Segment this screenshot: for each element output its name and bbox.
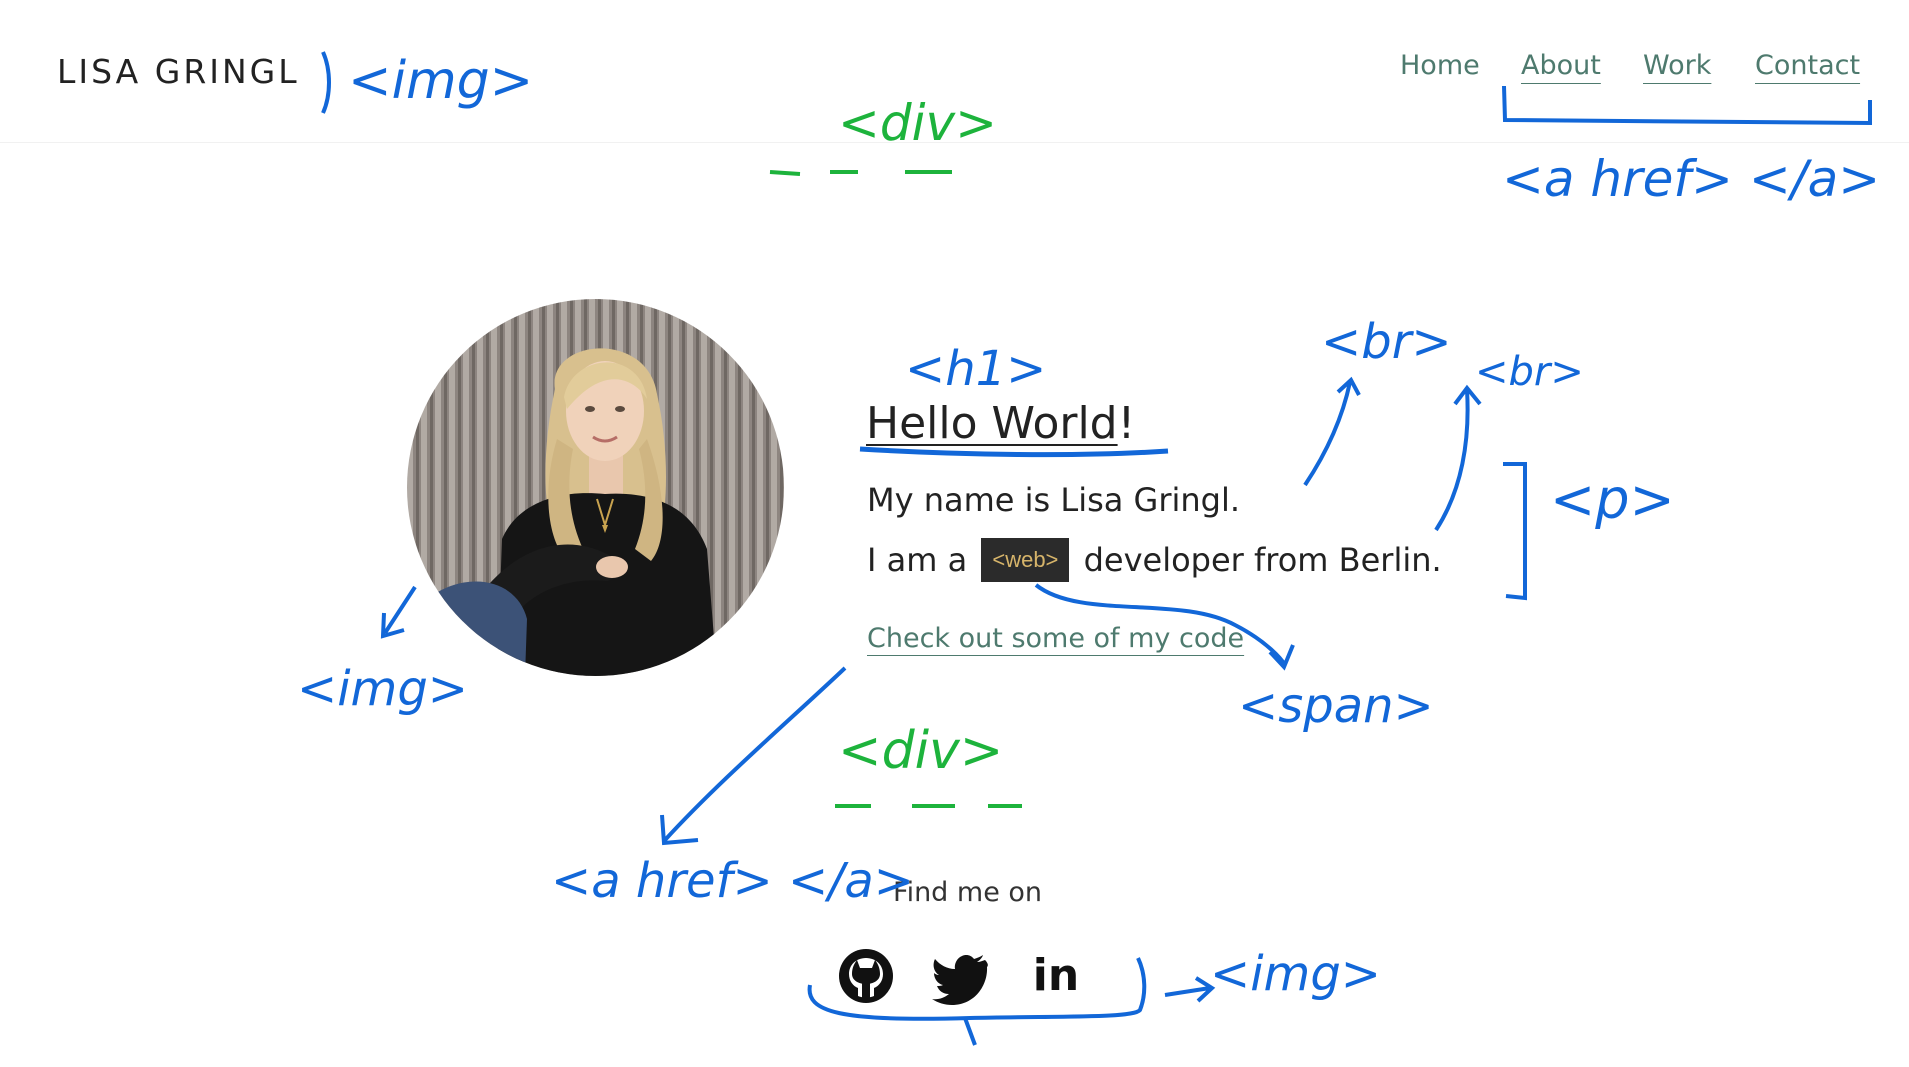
header-divider	[0, 142, 1909, 143]
hero-heading-main: Hello World	[866, 398, 1118, 449]
find-me-label: Find me on	[893, 877, 1043, 908]
site-logo[interactable]: LISA GRINGL	[57, 52, 300, 91]
intro-line1: My name is Lisa Gringl.	[867, 481, 1241, 519]
annotation-link-anchor: <a href> </a>	[551, 853, 914, 909]
intro-paragraph: My name is Lisa Gringl. I am a <web> deve…	[867, 470, 1442, 590]
annotation-top-div: <div>	[838, 94, 997, 152]
photo-arrow	[380, 585, 417, 639]
annotation-bottom-div: <div>	[838, 721, 1003, 781]
annotation-h1: <h1>	[905, 341, 1046, 397]
annotation-photo-img: <img>	[297, 661, 468, 717]
h1-underline	[859, 446, 1169, 458]
portrait-photo-icon	[407, 299, 784, 676]
code-link[interactable]: Check out some of my code	[867, 623, 1244, 654]
annotation-logo-img: <img>	[348, 51, 533, 111]
github-icon[interactable]	[836, 946, 896, 1006]
br2-arrow	[1434, 384, 1482, 532]
nav-link-about[interactable]: About	[1521, 50, 1601, 81]
p-bracket	[1503, 462, 1527, 601]
nav-link-work[interactable]: Work	[1643, 50, 1711, 81]
intro-line2-before: I am a	[867, 541, 968, 579]
hero-heading: Hello World!	[866, 398, 1135, 449]
twitter-icon[interactable]	[931, 946, 991, 1006]
intro-line2-after: developer from Berlin.	[1083, 541, 1442, 579]
annotation-br-2: <br>	[1475, 349, 1584, 395]
annotation-br-1: <br>	[1321, 314, 1452, 370]
linkedin-icon[interactable]: in	[1026, 946, 1086, 1006]
annotation-nav-anchor: <a href> </a>	[1502, 150, 1880, 208]
social-arrow	[1164, 976, 1216, 1003]
link-arrow	[660, 666, 847, 846]
nav-bracket	[1502, 85, 1872, 126]
page: LISA GRINGL Home About Work Contact Hell…	[0, 0, 1909, 1067]
nav-link-home[interactable]: Home	[1400, 50, 1480, 81]
annotation-span: <span>	[1238, 678, 1434, 734]
main-nav: Home About Work Contact	[1400, 50, 1860, 90]
nav-link-contact[interactable]: Contact	[1755, 50, 1860, 81]
web-code-tag: <web>	[981, 538, 1070, 582]
linkedin-text: in	[1033, 950, 1079, 1001]
annotation-p: <p>	[1550, 468, 1675, 531]
profile-photo	[407, 299, 784, 676]
top-div-dashes	[769, 170, 952, 176]
logo-bracket	[321, 51, 331, 114]
hero-heading-punct: !	[1117, 398, 1136, 449]
annotation-social-img: <img>	[1210, 946, 1381, 1002]
